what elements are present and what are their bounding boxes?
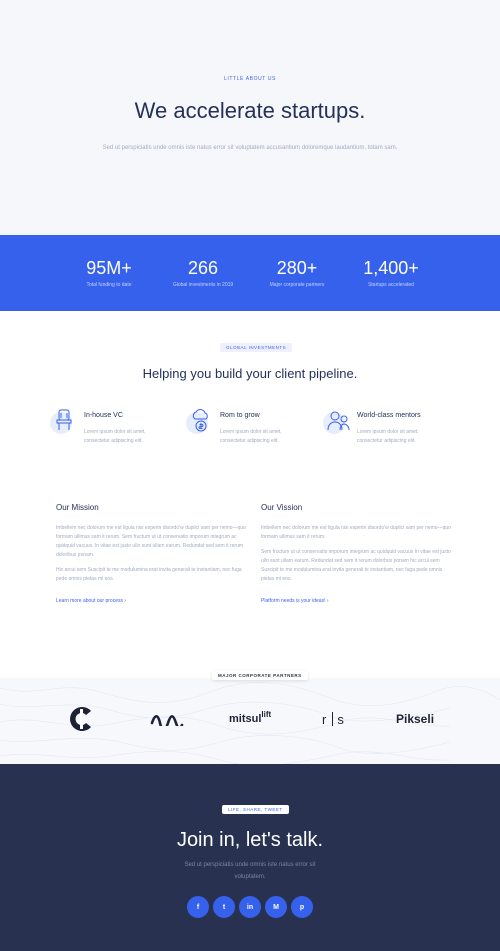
stat-label: Global investments in 2019	[172, 282, 234, 288]
partner-logo-mitsulift[interactable]: mitsul lift	[229, 708, 271, 730]
mission-paragraph: Imbellem nec dolorum me est ligula nisi …	[56, 525, 246, 558]
feature-world-class-mentors: World-class mentors Lorem ipsum dolor si…	[323, 406, 463, 446]
feature-text: Lorem ipsum dolor sit amet, consectetur a…	[84, 429, 146, 444]
hero-section: Little about us We accelerate startups. …	[0, 0, 500, 235]
stat-value: 280+	[276, 258, 318, 278]
vision-paragraph: Sem fructum ut ut conservatio imporum in…	[261, 549, 451, 582]
money-cloud-icon	[186, 406, 214, 434]
hero-title: We accelerate startups.	[134, 98, 366, 123]
vision-paragraph: Imbellem nec dolorum me est ligula nisi …	[261, 525, 451, 540]
partner-logo-rs[interactable]: r s	[322, 708, 344, 730]
stat-item: 280+ Major corporate partners	[250, 257, 344, 311]
vision-title: Our Vission	[261, 503, 303, 512]
stat-value: 266	[187, 258, 219, 278]
feature-title: In-house VC	[84, 412, 123, 419]
global-investments-badge: Global investments	[220, 343, 293, 352]
feature-title: World-class mentors	[357, 412, 421, 419]
stat-value: 95M+	[86, 258, 132, 278]
feature-text: Lorem ipsum dolor sit amet, consectetur a…	[357, 429, 419, 444]
chair-icon	[50, 406, 78, 434]
stat-label: Major corporate partners	[269, 282, 325, 288]
feature-in-house-vc: In-house VC Lorem ipsum dolor sit amet, c…	[50, 406, 190, 446]
platform-needs-link[interactable]: Platform needs is your ideas! ›	[261, 598, 451, 604]
feature-room-to-grow: Rom to grow Lorem ipsum dolor sit amet, c…	[186, 406, 326, 446]
pinterest-icon[interactable]: p	[291, 896, 313, 918]
hero-eyebrow: Little about us	[224, 76, 276, 82]
partner-logo-c[interactable]	[70, 707, 96, 731]
stat-item: 1,400+ Startups accelerated	[344, 257, 438, 311]
stat-item: 266 Global investments in 2019	[156, 257, 250, 311]
footer-title: Join in, let's talk.	[176, 829, 324, 851]
mentors-icon	[323, 406, 351, 434]
life-share-tweet-badge: Life, share, tweet	[222, 805, 289, 814]
stat-label: Startups accelerated	[368, 282, 414, 288]
c-logo-icon	[70, 707, 91, 731]
feature-text: Lorem ipsum dolor sit amet, consectetur a…	[220, 429, 282, 444]
stat-item: 95M+ Total funding to date	[62, 257, 156, 311]
stat-value: 1,400+	[363, 258, 419, 278]
hero-subtitle: Sed ut perspiciatis unde omnis iste natu…	[102, 145, 398, 151]
mission-paragraph: Hic arcui sem Suscipit te me modulumina …	[56, 567, 242, 582]
mission-column: Our Mission Imbellem nec dolorum me est …	[56, 503, 246, 604]
medium-icon[interactable]: M	[265, 896, 287, 918]
pipeline-title: Helping you build your client pipeline.	[142, 366, 358, 381]
stats-bar: 95M+ Total funding to date 266 Global in…	[0, 235, 500, 311]
stat-label: Total funding to date	[86, 282, 132, 288]
partner-logo-wave[interactable]	[150, 708, 184, 730]
mission-title: Our Mission	[56, 503, 99, 512]
partner-logo-pikseli[interactable]: Pikseli	[396, 708, 434, 730]
wave-logo-icon	[150, 714, 184, 726]
partners-badge: Major corporate partners	[212, 671, 308, 680]
learn-more-link[interactable]: Learn more about our process ›	[56, 598, 246, 604]
feature-title: Rom to grow	[220, 412, 260, 419]
rs-divider	[332, 712, 334, 726]
twitter-icon[interactable]: t	[213, 896, 235, 918]
footer-text: Sed ut perspiciatis unde omnis iste natu…	[184, 862, 316, 880]
linkedin-icon[interactable]: in	[239, 896, 261, 918]
vision-column: Our Vission Imbellem nec dolorum me est …	[261, 503, 451, 604]
facebook-icon[interactable]: f	[187, 896, 209, 918]
footer-cta: Join in, let's talk. Sed ut perspiciatis…	[0, 764, 500, 951]
social-links: f t in M p	[187, 896, 313, 918]
